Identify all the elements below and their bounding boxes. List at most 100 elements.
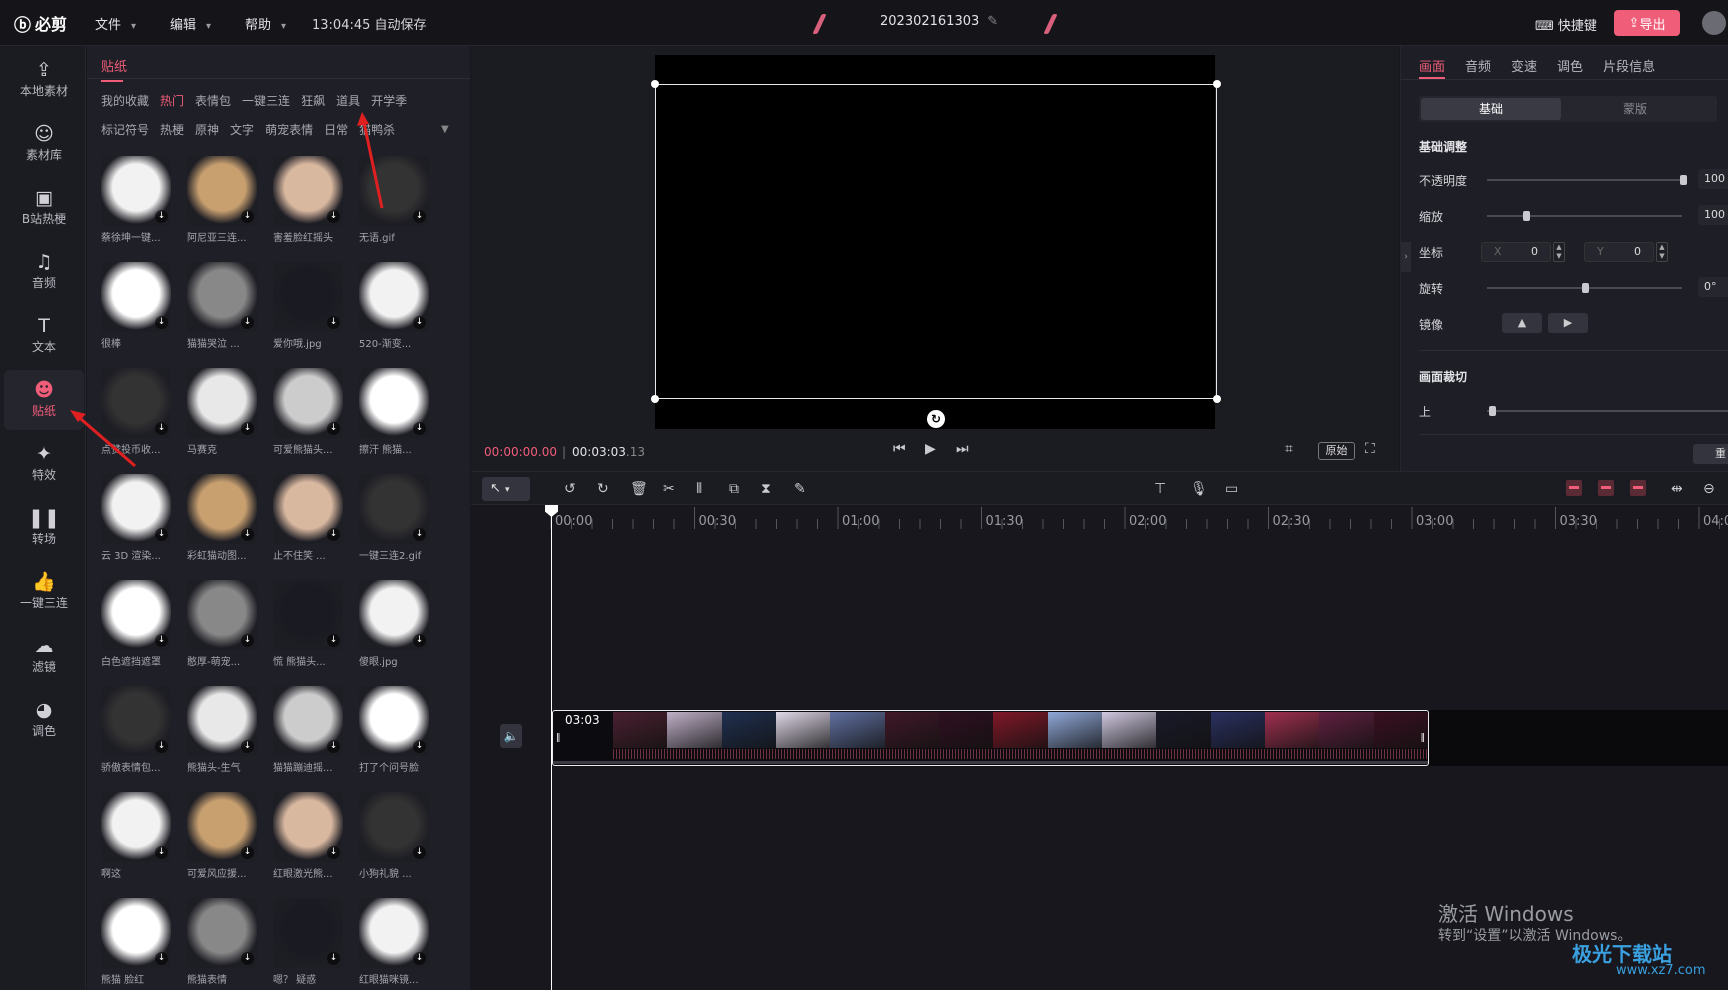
sticker-card[interactable]: ↓ 熊猫表情 [187, 898, 259, 990]
tab-picture[interactable]: 画面 [1419, 60, 1445, 75]
sticker-thumbnail[interactable]: ↓ [101, 368, 171, 438]
next-frame-icon[interactable]: ⏭ [956, 441, 969, 457]
download-icon[interactable]: ↓ [413, 634, 426, 647]
video-clip[interactable]: 03:03 ‖ ‖ [552, 710, 1429, 766]
sticker-thumbnail[interactable]: ↓ [187, 898, 257, 968]
crop-top-slider[interactable] [1487, 410, 1728, 412]
sidenav-item-text[interactable]: T 文本 [4, 306, 84, 366]
sticker-thumbnail[interactable]: ↓ [187, 262, 257, 332]
sticker-thumbnail[interactable]: ↓ [187, 368, 257, 438]
category-tab[interactable]: 开学季 [371, 94, 407, 108]
scale-slider[interactable] [1487, 215, 1682, 217]
sidenav-item-color[interactable]: ◕ 调色 [4, 690, 84, 750]
track-option-icon[interactable] [1598, 480, 1614, 496]
sticker-card[interactable]: ↓ 嗯？ 疑惑 [273, 898, 345, 990]
redo-icon[interactable]: ↻ [597, 481, 609, 497]
sticker-thumbnail[interactable]: ↓ [101, 262, 171, 332]
sidenav-item-effect[interactable]: ✦ 特效 [4, 434, 84, 494]
sticker-thumbnail[interactable]: ↓ [101, 686, 171, 756]
selection-box[interactable] [651, 80, 1221, 403]
export-button[interactable]: ⇪ 导出 [1614, 10, 1680, 36]
freeze-icon[interactable]: ⧉ [729, 481, 739, 497]
download-icon[interactable]: ↓ [413, 846, 426, 859]
category-tab-active[interactable]: 热门 [160, 94, 184, 108]
download-icon[interactable]: ↓ [327, 952, 340, 965]
sticker-card[interactable]: ↓ 一键三连2.gif [359, 474, 431, 574]
flip-horizontal-icon[interactable]: ▶ [1548, 313, 1588, 333]
sticker-card[interactable]: ↓ 害羞脸红摇头 [273, 156, 345, 256]
sticker-thumbnail[interactable]: ↓ [273, 686, 343, 756]
sticker-card[interactable]: ↓ 蔡徐坤一键... [101, 156, 173, 256]
sticker-card[interactable]: ↓ 马赛克 [187, 368, 259, 468]
camera-icon[interactable]: ▭ [1225, 481, 1238, 497]
download-icon[interactable]: ↓ [413, 422, 426, 435]
select-tool[interactable]: ↖ ▾ [482, 477, 530, 501]
rotate-knob[interactable] [1582, 283, 1589, 293]
sticker-thumbnail[interactable]: ↓ [273, 474, 343, 544]
menu-edit[interactable]: 编辑 ▾ [170, 14, 211, 33]
time-ruler[interactable] [471, 505, 1728, 531]
track-option-icon[interactable] [1566, 480, 1582, 496]
resize-handle[interactable] [1213, 395, 1221, 403]
sticker-card[interactable]: ↓ 520-渐变... [359, 262, 431, 362]
sticker-card[interactable]: ↓ 熊猫头-生气 [187, 686, 259, 786]
tab-clip-info[interactable]: 片段信息 [1603, 60, 1655, 75]
tab-audio[interactable]: 音频 [1465, 60, 1491, 75]
download-icon[interactable]: ↓ [155, 952, 168, 965]
download-icon[interactable]: ↓ [327, 634, 340, 647]
sticker-thumbnail[interactable]: ↓ [273, 368, 343, 438]
undo-icon[interactable]: ↺ [564, 481, 576, 497]
sidenav-item-audio[interactable]: ♫ 音频 [4, 242, 84, 302]
seg-basic[interactable]: 基础 [1421, 98, 1561, 120]
flip-vertical-icon[interactable]: ▲ [1502, 313, 1542, 333]
download-icon[interactable]: ↓ [241, 210, 254, 223]
snap-icon[interactable]: ⇹ [1671, 481, 1683, 497]
sticker-card[interactable]: ↓ 小狗礼貌 ... [359, 792, 431, 892]
download-icon[interactable]: ↓ [155, 846, 168, 859]
sticker-thumbnail[interactable]: ↓ [359, 474, 429, 544]
sticker-thumbnail[interactable]: ↓ [359, 368, 429, 438]
opacity-value[interactable]: 100 [1698, 169, 1728, 189]
sticker-card[interactable]: ↓ 熊猫 脸红 [101, 898, 173, 990]
sticker-card[interactable]: ↓ 红眼激光熊... [273, 792, 345, 892]
sticker-card[interactable]: ↓ 憨厚-萌宠... [187, 580, 259, 680]
download-icon[interactable]: ↓ [327, 528, 340, 541]
edit-icon[interactable]: ✎ [987, 14, 998, 29]
download-icon[interactable]: ↓ [327, 740, 340, 753]
project-name[interactable]: 202302161303 ✎ [880, 14, 998, 29]
opacity-knob[interactable] [1680, 175, 1687, 185]
mute-track-icon[interactable]: 🔈 [500, 724, 522, 748]
sticker-card[interactable]: ↓ 无语.gif [359, 156, 431, 256]
sidenav-item-triple[interactable]: 👍 一键三连 [4, 562, 84, 622]
sticker-card[interactable]: ↓ 猫猫哭泣 ... [187, 262, 259, 362]
sidenav-item-transition[interactable]: ❚❚ 转场 [4, 498, 84, 558]
sticker-thumbnail[interactable]: ↓ [273, 898, 343, 968]
y-stepper-icon[interactable]: ▲ ▼ [1656, 242, 1668, 262]
category-tab[interactable]: 热梗 [160, 123, 184, 137]
sidenav-item-local[interactable]: ⇪ 本地素材 [4, 50, 84, 110]
tab-speed[interactable]: 变速 [1511, 60, 1537, 75]
microphone-icon[interactable]: 🎙 [1190, 481, 1208, 497]
category-tab[interactable]: 萌宠表情 [265, 123, 313, 137]
category-tab[interactable]: 文字 [230, 123, 254, 137]
download-icon[interactable]: ↓ [413, 528, 426, 541]
playhead[interactable] [551, 505, 552, 990]
sticker-thumbnail[interactable]: ↓ [273, 580, 343, 650]
sticker-card[interactable]: ↓ 猫猫蹦迪摇... [273, 686, 345, 786]
sticker-thumbnail[interactable]: ↓ [187, 686, 257, 756]
sticker-thumbnail[interactable]: ↓ [273, 156, 343, 226]
category-tab[interactable]: 狂飙 [301, 94, 325, 108]
zoom-out-icon[interactable]: ⊖ [1703, 481, 1715, 497]
track-option-icon[interactable] [1630, 480, 1646, 496]
sticker-thumbnail[interactable]: ↓ [359, 156, 429, 226]
download-icon[interactable]: ↓ [155, 316, 168, 329]
sticker-thumbnail[interactable]: ↓ [187, 474, 257, 544]
sticker-thumbnail[interactable]: ↓ [359, 792, 429, 862]
sidenav-item-bilibili[interactable]: ▣ B站热梗 [4, 178, 84, 238]
scale-knob[interactable] [1523, 211, 1530, 221]
download-icon[interactable]: ↓ [413, 210, 426, 223]
mirror-icon[interactable]: ⧗ [761, 481, 771, 497]
sticker-thumbnail[interactable]: ↓ [101, 898, 171, 968]
fullscreen-icon[interactable]: ⛶ [1365, 441, 1375, 457]
scissors-icon[interactable]: ✂ [663, 481, 675, 497]
